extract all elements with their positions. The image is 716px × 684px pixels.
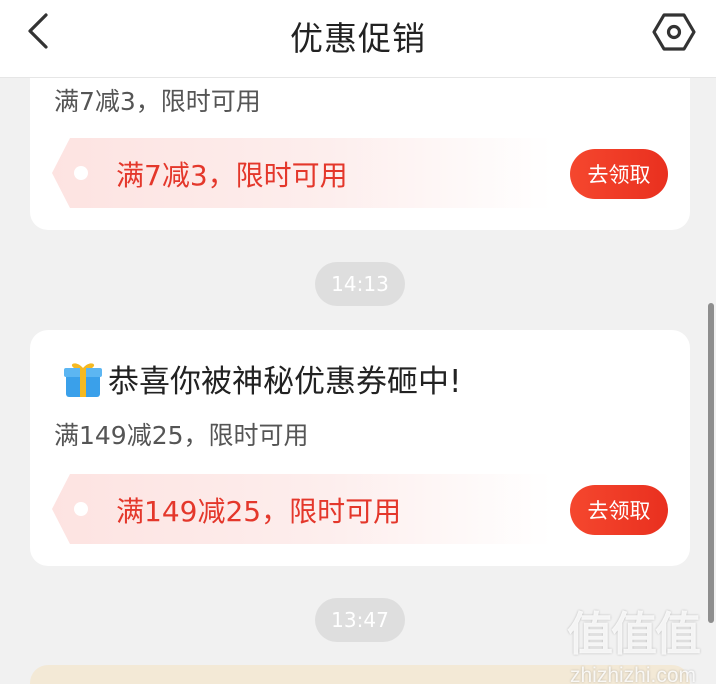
coupon-dot [74, 502, 88, 516]
claim-button[interactable]: 去领取 [570, 149, 668, 199]
headline-text: 恭喜你被神秘优惠券砸中! [108, 364, 462, 400]
watermark-url: zhizhizhi.com [569, 664, 697, 684]
promo-headline: 恭喜你被神秘优惠券砸中! [62, 356, 461, 401]
promo-subtitle: 满7减3，限时可用 [54, 87, 261, 116]
scrollbar[interactable] [708, 303, 714, 623]
hexagon-gear-icon [652, 13, 696, 51]
watermark-logo-text: 值值值 [567, 607, 701, 661]
coupon-strip[interactable]: 满149减25，限时可用 去领取 [52, 474, 668, 544]
coupon-dot [74, 166, 88, 180]
timestamp-pill: 14:13 [315, 262, 405, 306]
timestamp-pill: 13:47 [315, 598, 405, 642]
gift-icon [64, 362, 102, 397]
coupon-text: 满7减3，限时可用 [116, 159, 348, 192]
claim-button[interactable]: 去领取 [570, 485, 668, 535]
page-title: 优惠促销 [290, 19, 426, 58]
promo-subtitle: 满149减25，限时可用 [54, 421, 309, 450]
watermark-logo: 值值值 zhizhizhi.com [558, 598, 708, 684]
coupon-text: 满149减25，限时可用 [116, 495, 402, 528]
nav-header: 优惠促销 [0, 0, 716, 78]
settings-button[interactable] [646, 6, 702, 58]
coupon-strip[interactable]: 满7减3，限时可用 去领取 [52, 138, 668, 208]
promo-message-card: 恭喜你被神秘优惠券砸中! 满149减25，限时可用 满149减25，限时可用 去… [30, 330, 690, 566]
